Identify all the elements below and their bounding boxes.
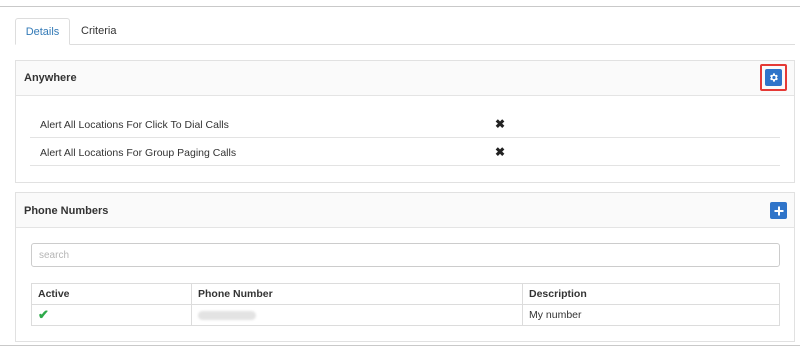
column-header-phone-number[interactable]: Phone Number: [191, 283, 523, 305]
tab-criteria[interactable]: Criteria: [70, 18, 127, 45]
x-icon: ✖: [495, 145, 506, 159]
tab-bar: Details Criteria: [15, 18, 795, 45]
anywhere-settings-button[interactable]: [765, 69, 782, 86]
window-bottom-border: [0, 345, 800, 346]
gear-icon: [770, 73, 778, 82]
redacted-phone-number: [198, 310, 256, 320]
anywhere-panel: Anywhere Alert All Locations For Click T…: [15, 60, 795, 183]
setting-label: Alert All Locations For Click To Dial Ca…: [40, 119, 229, 131]
setting-row: Alert All Locations For Group Paging Cal…: [30, 139, 780, 166]
table-row[interactable]: ✔ My number: [31, 304, 780, 326]
window-top-border: [0, 6, 800, 7]
x-icon: ✖: [495, 117, 506, 131]
search-input[interactable]: [31, 243, 780, 267]
phone-numbers-table: Active Phone Number Description ✔ My num…: [31, 283, 780, 326]
add-phone-number-button[interactable]: [770, 202, 787, 219]
panel-title-phone-numbers: Phone Numbers: [24, 205, 109, 217]
setting-label: Alert All Locations For Group Paging Cal…: [40, 147, 237, 159]
tab-details[interactable]: Details: [15, 18, 70, 45]
phone-numbers-panel-header: Phone Numbers: [16, 193, 794, 228]
column-header-active[interactable]: Active: [31, 283, 192, 305]
description-cell: My number: [522, 304, 780, 326]
setting-row: Alert All Locations For Click To Dial Ca…: [30, 111, 780, 138]
phone-number-cell: [191, 304, 523, 326]
panel-title-anywhere: Anywhere: [24, 72, 77, 84]
anywhere-panel-header: Anywhere: [16, 61, 794, 96]
check-icon: ✔: [38, 307, 49, 322]
plus-icon: [774, 206, 783, 215]
column-header-description[interactable]: Description: [522, 283, 780, 305]
active-cell: ✔: [31, 304, 192, 326]
table-header-row: Active Phone Number Description: [31, 283, 780, 305]
